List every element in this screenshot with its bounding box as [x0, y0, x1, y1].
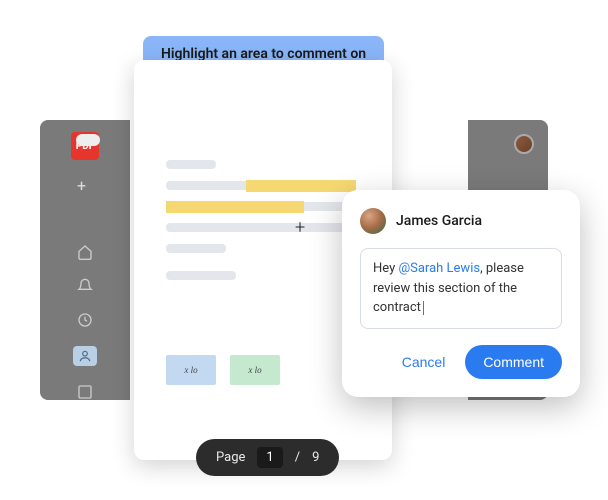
- clock-icon[interactable]: [77, 312, 93, 328]
- doc-text-line: [166, 202, 356, 211]
- avatar: [360, 208, 386, 234]
- signature-field-green[interactable]: x lo: [230, 355, 280, 385]
- mention[interactable]: @Sarah Lewis: [398, 261, 480, 276]
- pager-current[interactable]: 1: [257, 447, 282, 468]
- doc-text-line: [166, 160, 216, 169]
- comment-text: Hey: [373, 261, 398, 276]
- avatar[interactable]: [514, 134, 534, 154]
- cancel-button[interactable]: Cancel: [392, 346, 456, 378]
- plus-icon[interactable]: +: [77, 178, 93, 194]
- comment-actions: Cancel Comment: [360, 345, 562, 379]
- toggle-pill[interactable]: [76, 134, 100, 146]
- pager-sep: /: [295, 450, 300, 465]
- highlight-region[interactable]: [166, 201, 304, 213]
- doc-text-line: [166, 181, 356, 190]
- bell-icon[interactable]: [77, 278, 93, 294]
- signature-field-blue[interactable]: x lo: [166, 355, 216, 385]
- app-sidebar: PDF +: [40, 120, 130, 400]
- pager-total: 9: [312, 450, 319, 465]
- pager-label: Page: [216, 450, 245, 465]
- user-icon[interactable]: [73, 346, 97, 366]
- crosshair-cursor-icon: +: [295, 217, 305, 238]
- highlight-region[interactable]: [246, 180, 356, 192]
- comment-input[interactable]: Hey @Sarah Lewis, please review this sec…: [360, 248, 562, 329]
- doc-text-line: [166, 223, 356, 232]
- comment-header: James Garcia: [360, 208, 562, 234]
- page-indicator: Page 1 / 9: [196, 439, 339, 476]
- signature-row: x lo x lo: [166, 355, 280, 385]
- doc-text-line: [166, 244, 226, 253]
- comment-popover: James Garcia Hey @Sarah Lewis, please re…: [342, 190, 580, 397]
- comment-author: James Garcia: [396, 213, 482, 229]
- comment-button[interactable]: Comment: [465, 345, 562, 379]
- text-cursor-icon: [423, 301, 424, 315]
- doc-text-line: [166, 271, 236, 280]
- grid-icon[interactable]: [77, 384, 93, 400]
- home-icon[interactable]: [77, 244, 93, 260]
